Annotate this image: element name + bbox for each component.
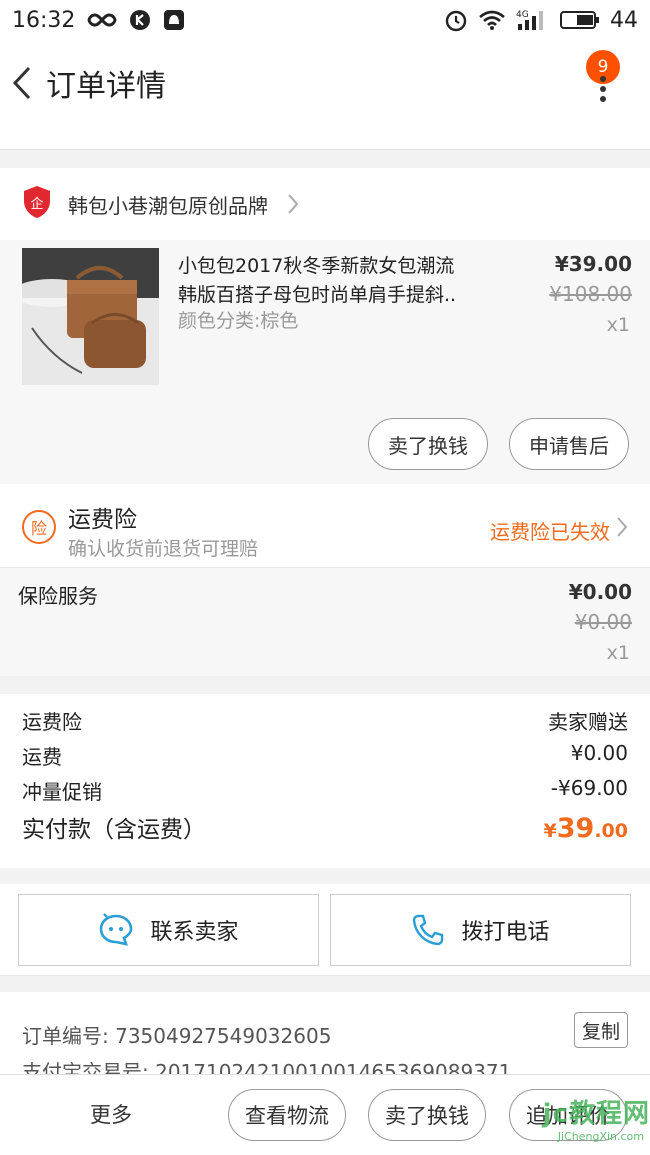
summary-value: -¥69.00 bbox=[550, 776, 628, 800]
request-after-sales-button[interactable]: 申请售后 bbox=[509, 418, 629, 470]
back-button[interactable] bbox=[2, 40, 42, 126]
more-actions-button[interactable]: 更多 bbox=[90, 1099, 132, 1129]
header-spacer bbox=[0, 126, 650, 150]
notification-app-icon bbox=[163, 9, 185, 31]
nav-bar: 订单详情 9 bbox=[0, 40, 650, 126]
copy-order-number-button[interactable]: 复制 bbox=[574, 1012, 628, 1048]
total-symbol: ¥ bbox=[543, 820, 557, 842]
add-review-button[interactable]: 追加评价 bbox=[509, 1089, 627, 1141]
total-value: ¥39.00 bbox=[544, 813, 628, 844]
insurance-service-row: 保险服务 ¥0.00 ¥0.00 x1 bbox=[0, 568, 650, 676]
summary-label: 运费险 bbox=[22, 710, 82, 734]
insurance-icon: 险 bbox=[22, 510, 56, 544]
wifi-icon bbox=[478, 9, 506, 31]
insurance-status: 运费险已失效 bbox=[490, 520, 610, 544]
product-original-price: ¥108.00 bbox=[549, 282, 632, 306]
k-app-icon bbox=[129, 9, 151, 31]
chevron-right-icon bbox=[616, 516, 628, 542]
bottom-action-bar: 更多 查看物流 卖了换钱 追加评价 bbox=[0, 1074, 650, 1155]
more-menu-button[interactable]: 9 bbox=[586, 46, 626, 116]
order-number: 订单编号: 73504927549032605 bbox=[22, 1024, 332, 1048]
summary-value: 卖家赠送 bbox=[548, 710, 628, 734]
page-title: 订单详情 bbox=[46, 69, 166, 104]
signal-icon: 4G bbox=[516, 8, 550, 32]
shop-row[interactable]: 企 韩包小巷潮包原创品牌 bbox=[0, 168, 650, 240]
product-title-line1: 小包包2017秋冬季新款女包潮流 bbox=[178, 255, 455, 277]
product-price: ¥39.00 bbox=[554, 252, 632, 276]
status-time: 16:32 bbox=[12, 7, 76, 33]
contact-bar: 联系卖家 拨打电话 bbox=[0, 884, 650, 976]
service-original-price: ¥0.00 bbox=[574, 610, 632, 634]
chevron-left-icon bbox=[12, 66, 31, 100]
view-logistics-button[interactable]: 查看物流 bbox=[228, 1089, 346, 1141]
service-price: ¥0.00 bbox=[568, 580, 632, 604]
insurance-subtitle: 确认收货前退货可理赔 bbox=[68, 538, 259, 560]
product-quantity: x1 bbox=[606, 314, 630, 336]
call-phone-button[interactable]: 拨打电话 bbox=[330, 894, 631, 966]
product-thumbnail[interactable] bbox=[22, 248, 159, 385]
product-sku: 颜色分类:棕色 bbox=[178, 310, 299, 332]
network-type-label: 4G bbox=[516, 10, 529, 20]
total-label: 实付款（含运费） bbox=[22, 817, 206, 843]
service-quantity: x1 bbox=[606, 642, 630, 664]
shop-brand-icon: 企 bbox=[22, 185, 52, 223]
summary-label: 冲量促销 bbox=[22, 780, 102, 804]
summary-value: ¥0.00 bbox=[570, 741, 628, 765]
summary-row: 运费 ¥0.00 bbox=[22, 741, 628, 770]
infinity-icon bbox=[87, 12, 117, 28]
sell-for-cash-bottom-button[interactable]: 卖了换钱 bbox=[368, 1089, 486, 1141]
status-bar: 16:32 4G 44 bbox=[0, 0, 650, 40]
shop-name: 韩包小巷潮包原创品牌 bbox=[68, 193, 268, 218]
shipping-insurance-row[interactable]: 险 运费险 确认收货前退货可理赔 运费险已失效 bbox=[0, 484, 650, 568]
order-info: 订单编号: 73504927549032605 支付宝交易号: 20171024… bbox=[0, 992, 650, 1082]
contact-seller-label: 联系卖家 bbox=[150, 920, 239, 945]
sell-for-cash-button[interactable]: 卖了换钱 bbox=[368, 418, 488, 470]
total-row: 实付款（含运费） ¥39.00 bbox=[22, 810, 628, 844]
summary-row: 运费险 卖家赠送 bbox=[22, 706, 628, 735]
svg-text:企: 企 bbox=[30, 196, 43, 212]
price-summary: 运费险 卖家赠送 运费 ¥0.00 冲量促销 -¥69.00 实付款（含运费） … bbox=[0, 694, 650, 868]
battery-icon bbox=[560, 10, 600, 30]
more-dots-icon bbox=[600, 76, 606, 102]
order-item[interactable]: 小包包2017秋冬季新款女包潮流 韩版百搭子母包时尚单肩手提斜.. 颜色分类:棕… bbox=[0, 240, 650, 484]
phone-icon bbox=[413, 914, 444, 946]
total-decimal: .00 bbox=[594, 820, 628, 842]
total-integer: 39 bbox=[556, 813, 595, 844]
battery-level: 44 bbox=[610, 7, 638, 33]
service-label: 保险服务 bbox=[18, 584, 98, 608]
call-phone-label: 拨打电话 bbox=[461, 920, 550, 945]
contact-seller-button[interactable]: 联系卖家 bbox=[18, 894, 319, 966]
chat-bubble-icon bbox=[100, 913, 133, 946]
product-title[interactable]: 小包包2017秋冬季新款女包潮流 韩版百搭子母包时尚单肩手提斜.. bbox=[178, 252, 518, 310]
summary-row: 冲量促销 -¥69.00 bbox=[22, 776, 628, 805]
alarm-icon bbox=[444, 8, 468, 32]
chevron-right-icon bbox=[286, 192, 300, 216]
summary-label: 运费 bbox=[22, 745, 62, 769]
insurance-title: 运费险 bbox=[68, 507, 137, 533]
